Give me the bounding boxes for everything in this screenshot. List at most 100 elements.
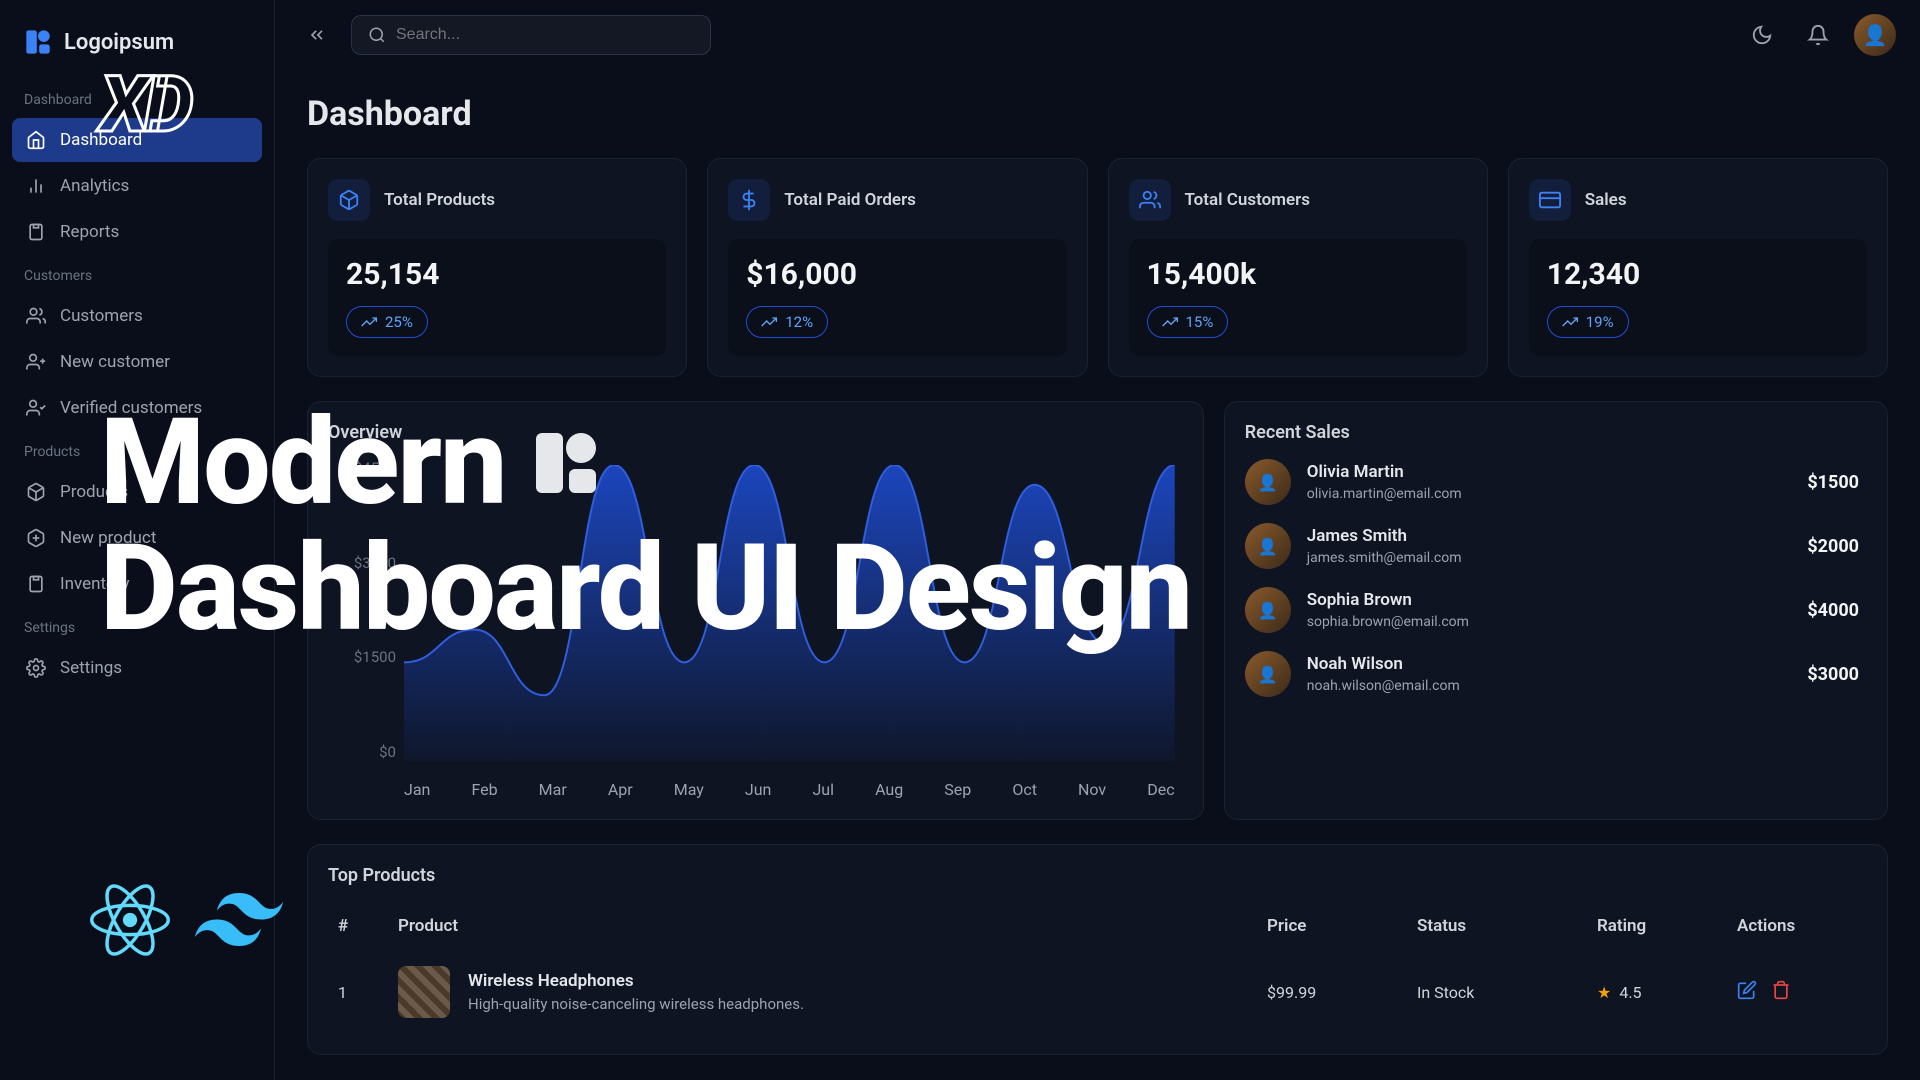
- sidebar-item-dashboard[interactable]: Dashboard: [12, 118, 262, 162]
- x-tick: Aug: [875, 780, 903, 799]
- chevrons-left-icon: [307, 25, 327, 45]
- delete-button[interactable]: [1771, 980, 1791, 1004]
- nav-item-label: Settings: [60, 658, 122, 678]
- sale-email: sophia.brown@email.com: [1307, 614, 1792, 630]
- avatar: 👤: [1245, 587, 1291, 633]
- sale-row: 👤 Sophia Brownsophia.brown@email.com $40…: [1245, 587, 1859, 633]
- search-icon: [368, 26, 386, 44]
- recent-sales-list[interactable]: 👤 Olivia Martin olivia.martin@email.com $…: [1245, 459, 1867, 697]
- sale-amount: $1500: [1807, 472, 1859, 493]
- sidebar-item-settings[interactable]: Settings: [12, 646, 262, 690]
- x-tick: Nov: [1078, 780, 1106, 799]
- product-price: $99.99: [1257, 950, 1407, 1034]
- top-products-title: Top Products: [328, 865, 1867, 886]
- x-tick: Apr: [608, 780, 633, 799]
- stat-trend: 12%: [746, 306, 828, 338]
- stat-value: $16,000: [746, 257, 1048, 292]
- x-tick: Jul: [812, 780, 834, 799]
- card-icon: [1529, 179, 1571, 221]
- users-icon: [26, 306, 46, 326]
- x-tick: May: [674, 780, 704, 799]
- theme-toggle-button[interactable]: [1742, 15, 1782, 55]
- sidebar-item-verified-customers[interactable]: Verified customers: [12, 386, 262, 430]
- brand: Logoipsum: [12, 20, 262, 80]
- stat-trend: 19%: [1547, 306, 1629, 338]
- x-tick: Jan: [404, 780, 430, 799]
- overview-panel: Overview $4500$3000$1500$0 JanFebMarAprM…: [307, 401, 1204, 820]
- clipboard-icon: [26, 222, 46, 242]
- sale-amount: $4000: [1807, 600, 1859, 621]
- sidebar: Logoipsum DashboardDashboardAnalyticsRep…: [0, 0, 275, 1080]
- nav-section-label: Products: [12, 432, 262, 468]
- collapse-sidebar-button[interactable]: [299, 17, 335, 53]
- sale-row: 👤 James Smithjames.smith@email.com $2000: [1245, 523, 1859, 569]
- sidebar-item-inventory[interactable]: Inventory: [12, 562, 262, 606]
- trend-up-icon: [1562, 314, 1578, 330]
- nav-item-label: New product: [60, 528, 156, 548]
- sidebar-item-new-customer[interactable]: New customer: [12, 340, 262, 384]
- pencil-icon: [1737, 980, 1757, 1000]
- sale-email: james.smith@email.com: [1307, 550, 1792, 566]
- avatar: 👤: [1245, 651, 1291, 697]
- stat-label: Total Paid Orders: [784, 190, 916, 210]
- product-status: In Stock: [1407, 950, 1587, 1034]
- sale-amount: $2000: [1807, 536, 1859, 557]
- nav-item-label: Inventory: [60, 574, 130, 594]
- nav-item-label: Analytics: [60, 176, 129, 196]
- sidebar-item-analytics[interactable]: Analytics: [12, 164, 262, 208]
- x-tick: Oct: [1012, 780, 1037, 799]
- search-input[interactable]: [396, 26, 694, 44]
- overview-title: Overview: [328, 422, 1183, 443]
- stat-label: Total Products: [384, 190, 495, 210]
- box-plus-icon: [26, 528, 46, 548]
- table-row: 1 Wireless Headphones High-quality noise-…: [328, 950, 1867, 1034]
- home-icon: [26, 130, 46, 150]
- bell-icon: [1807, 24, 1829, 46]
- sale-name: Noah Wilson: [1307, 654, 1792, 674]
- top-products-panel: Top Products # Product Price Status Rati…: [307, 844, 1888, 1055]
- clipboard-icon: [26, 574, 46, 594]
- recent-sales-title: Recent Sales: [1245, 422, 1867, 443]
- sale-email: olivia.martin@email.com: [1307, 486, 1792, 502]
- product-name: Wireless Headphones: [468, 971, 804, 991]
- stat-card: Total Customers 15,400k 15%: [1108, 158, 1488, 377]
- sidebar-item-new-product[interactable]: New product: [12, 516, 262, 560]
- x-tick: Sep: [944, 780, 971, 799]
- x-tick: Feb: [471, 780, 497, 799]
- col-price: Price: [1257, 902, 1407, 950]
- sale-row: 👤 Olivia Martinolivia.martin@email.com $…: [1245, 459, 1859, 505]
- col-rating: Rating: [1587, 902, 1727, 950]
- nav-item-label: New customer: [60, 352, 170, 372]
- user-plus-icon: [26, 352, 46, 372]
- overview-chart: $4500$3000$1500$0 JanFebMarAprMayJunJulA…: [328, 459, 1183, 799]
- y-tick: $1500: [328, 648, 396, 666]
- box-icon: [26, 482, 46, 502]
- x-tick: Jun: [745, 780, 771, 799]
- product-desc: High-quality noise-canceling wireless he…: [468, 995, 804, 1013]
- nav-item-label: Dashboard: [60, 130, 142, 150]
- y-tick: $3000: [328, 554, 396, 572]
- nav-section-label: Settings: [12, 608, 262, 644]
- row-idx: 1: [328, 950, 388, 1034]
- stat-trend: 25%: [346, 306, 428, 338]
- y-tick: $0: [328, 743, 396, 761]
- sidebar-item-reports[interactable]: Reports: [12, 210, 262, 254]
- sale-name: Olivia Martin: [1307, 462, 1792, 482]
- user-avatar[interactable]: 👤: [1854, 14, 1896, 56]
- sale-row: 👤 Noah Wilsonnoah.wilson@email.com $3000: [1245, 651, 1859, 697]
- user-check-icon: [26, 398, 46, 418]
- avatar: 👤: [1245, 523, 1291, 569]
- stat-card: Sales 12,340 19%: [1508, 158, 1888, 377]
- sidebar-item-customers[interactable]: Customers: [12, 294, 262, 338]
- sidebar-item-products[interactable]: Products: [12, 470, 262, 514]
- star-icon: ★: [1597, 983, 1611, 1002]
- search-box[interactable]: [351, 15, 711, 55]
- notifications-button[interactable]: [1798, 15, 1838, 55]
- nav-item-label: Products: [60, 482, 128, 502]
- col-status: Status: [1407, 902, 1587, 950]
- product-rating: ★4.5: [1597, 983, 1717, 1002]
- stat-trend: 15%: [1147, 306, 1229, 338]
- edit-button[interactable]: [1737, 980, 1757, 1004]
- top-products-table: # Product Price Status Rating Actions 1 …: [328, 902, 1867, 1034]
- topbar: 👤: [275, 0, 1920, 70]
